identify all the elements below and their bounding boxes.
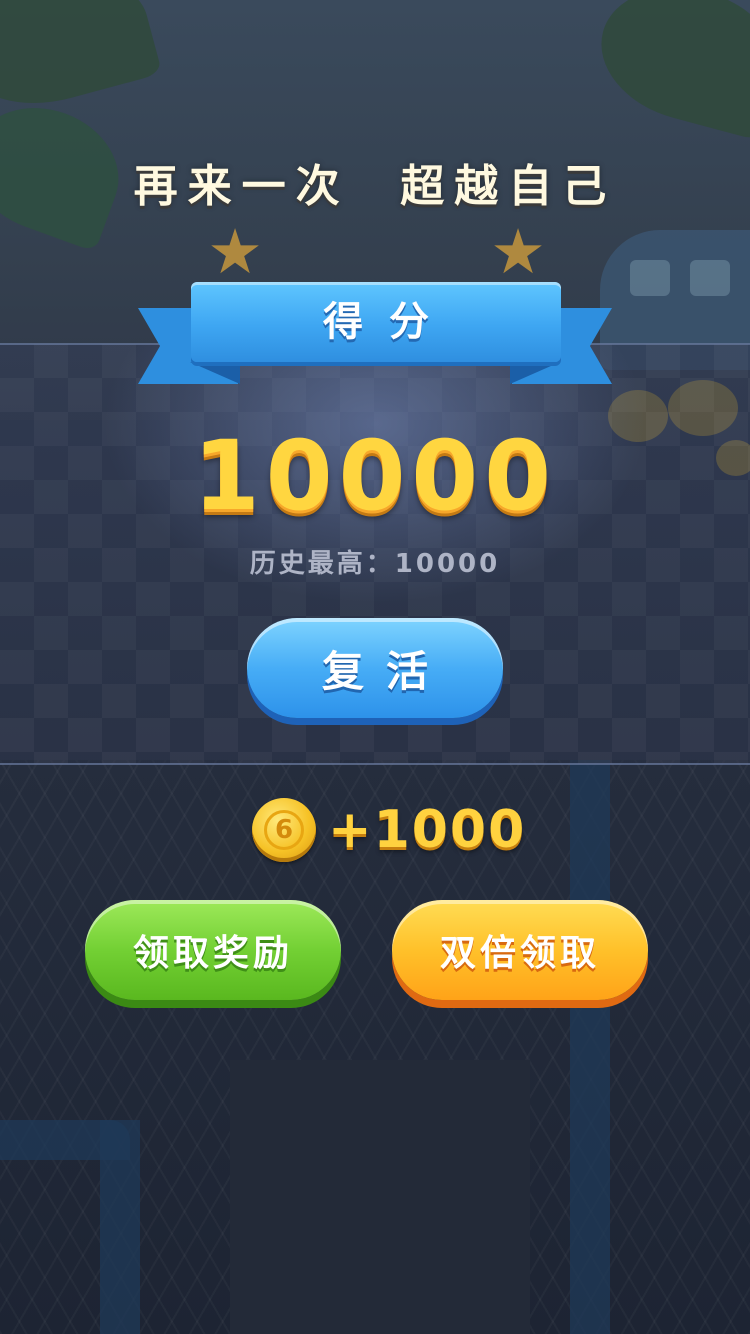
best-score-text: 历史最高：10000 [249,549,501,579]
pipe-decoration [570,760,610,1334]
track-decoration [230,1060,530,1334]
score-ribbon-label: 得分 [323,299,455,345]
star-icon: ★ [490,215,546,288]
pipe-decoration [100,1120,140,1334]
revive-button[interactable]: 复活 [247,618,503,718]
claim-reward-button[interactable]: 领取奖励 [85,900,341,1000]
double-claim-button[interactable]: 双倍领取 [392,900,648,1000]
score-value: 10000 [193,420,557,532]
star-icon: ★ [207,215,263,288]
headline-text: 再来一次 超越自己 [133,161,617,212]
coin-reward: 6 +1000 [252,796,524,866]
score-ribbon: 得分 [191,282,561,362]
panel-divider [0,763,750,765]
coin-icon: 6 [252,798,316,862]
reward-amount: +1000 [328,800,527,860]
